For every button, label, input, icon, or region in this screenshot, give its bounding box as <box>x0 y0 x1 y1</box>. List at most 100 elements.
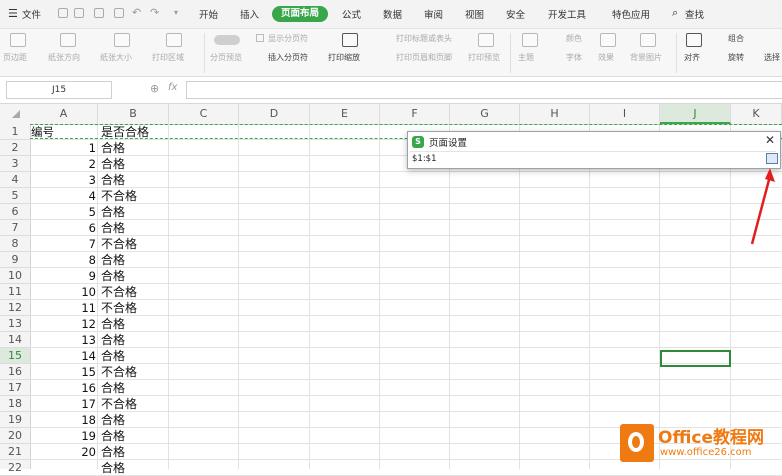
row-header-16[interactable]: 16 <box>0 364 30 380</box>
cell-status[interactable]: 不合格 <box>100 284 201 300</box>
cell-id[interactable]: 4 <box>30 188 98 204</box>
cell-status[interactable]: 合格 <box>100 156 201 172</box>
search-icon[interactable]: ⌕ <box>672 6 678 20</box>
column-header-k[interactable]: K <box>731 104 782 124</box>
fx-icon[interactable]: fx <box>168 82 177 93</box>
row-header-5[interactable]: 5 <box>0 188 30 204</box>
paper-size-button[interactable]: 纸张大小 <box>100 52 132 63</box>
print-titles-button[interactable]: 打印标题或表头 <box>396 33 452 44</box>
row-header-8[interactable]: 8 <box>0 236 30 252</box>
cell-status[interactable]: 合格 <box>100 460 201 476</box>
export-pdf-icon[interactable] <box>74 8 84 18</box>
row-header-19[interactable]: 19 <box>0 412 30 428</box>
cell-id[interactable] <box>30 460 98 476</box>
tab-page-layout[interactable]: 页面布局 <box>272 6 328 22</box>
cell-id[interactable]: 3 <box>30 172 98 188</box>
group-button[interactable]: 组合 <box>728 33 744 44</box>
print-scaling-button[interactable]: 打印缩放 <box>328 52 360 63</box>
column-header-g[interactable]: G <box>450 104 520 124</box>
cell-id[interactable]: 10 <box>30 284 98 300</box>
page-break-toggle[interactable] <box>214 35 240 45</box>
print-header-footer-button[interactable]: 打印页眉和页脚 <box>396 52 452 63</box>
cell-id[interactable]: 11 <box>30 300 98 316</box>
cell-id[interactable]: 18 <box>30 412 98 428</box>
row-header-22[interactable]: 22 <box>0 460 30 476</box>
cell-status[interactable]: 不合格 <box>100 364 201 380</box>
colors-button[interactable]: 颜色 <box>566 33 582 44</box>
name-box[interactable]: J15 <box>6 81 112 99</box>
column-header-a[interactable]: A <box>30 104 98 124</box>
row-header-15[interactable]: 15 <box>0 348 30 364</box>
column-header-i[interactable]: I <box>590 104 660 124</box>
cell-status[interactable]: 合格 <box>100 252 201 268</box>
cell-status[interactable]: 合格 <box>100 316 201 332</box>
row-header-1[interactable]: 1 <box>0 124 30 140</box>
row-header-2[interactable]: 2 <box>0 140 30 156</box>
print-area-button[interactable]: 打印区域 <box>152 52 184 63</box>
column-header-d[interactable]: D <box>239 104 310 124</box>
cell-status[interactable]: 不合格 <box>100 236 201 252</box>
show-page-breaks-checkbox[interactable] <box>256 34 264 42</box>
print-preview-icon[interactable] <box>114 8 124 18</box>
selected-cell[interactable] <box>660 350 731 367</box>
cell-status[interactable]: 合格 <box>100 220 201 236</box>
cell-status[interactable]: 合格 <box>100 268 201 284</box>
cell-id[interactable]: 6 <box>30 220 98 236</box>
tab-formulas[interactable]: 公式 <box>342 7 361 21</box>
row-header-20[interactable]: 20 <box>0 428 30 444</box>
cell-id[interactable]: 19 <box>30 428 98 444</box>
row-header-10[interactable]: 10 <box>0 268 30 284</box>
background-button[interactable]: 背景图片 <box>630 52 662 63</box>
undo-icon[interactable]: ↶ <box>132 6 141 19</box>
cell-status[interactable]: 不合格 <box>100 396 201 412</box>
row-header-14[interactable]: 14 <box>0 332 30 348</box>
margins-button[interactable]: 页边距 <box>3 52 27 63</box>
cell-status[interactable]: 合格 <box>100 412 201 428</box>
tab-insert[interactable]: 插入 <box>240 7 259 21</box>
cell-id[interactable]: 15 <box>30 364 98 380</box>
page-break-preview-button[interactable]: 分页预览 <box>210 52 242 63</box>
row-header-4[interactable]: 4 <box>0 172 30 188</box>
row-header-17[interactable]: 17 <box>0 380 30 396</box>
tab-special[interactable]: 特色应用 <box>612 7 650 21</box>
insert-page-break-button[interactable]: 插入分页符 <box>268 52 308 63</box>
cell-id[interactable]: 12 <box>30 316 98 332</box>
tab-review[interactable]: 审阅 <box>424 7 443 21</box>
cell-status[interactable]: 不合格 <box>100 188 201 204</box>
zoom-icon[interactable]: ⊕ <box>150 82 159 95</box>
formula-input[interactable] <box>186 81 782 99</box>
cell-id[interactable]: 7 <box>30 236 98 252</box>
row-header-6[interactable]: 6 <box>0 204 30 220</box>
select-all-corner-icon[interactable] <box>12 110 20 118</box>
file-menu[interactable]: 文件 <box>22 7 41 21</box>
tab-security[interactable]: 安全 <box>506 7 525 21</box>
tab-view[interactable]: 视图 <box>465 7 484 21</box>
customize-chevron-icon[interactable]: ▾ <box>174 8 178 17</box>
tab-developer[interactable]: 开发工具 <box>548 7 586 21</box>
column-header-h[interactable]: H <box>520 104 590 124</box>
orientation-button[interactable]: 纸张方向 <box>48 52 80 63</box>
cell-id[interactable]: 13 <box>30 332 98 348</box>
cell-status[interactable]: 合格 <box>100 204 201 220</box>
tab-home[interactable]: 开始 <box>199 7 218 21</box>
print-preview-button[interactable]: 打印预览 <box>468 52 500 63</box>
row-header-18[interactable]: 18 <box>0 396 30 412</box>
rotate-button[interactable]: 旋转 <box>728 52 744 63</box>
row-header-9[interactable]: 9 <box>0 252 30 268</box>
cell-id[interactable]: 16 <box>30 380 98 396</box>
cell-status[interactable]: 合格 <box>100 332 201 348</box>
cell-status[interactable]: 合格 <box>100 444 201 460</box>
row-header-12[interactable]: 12 <box>0 300 30 316</box>
cell-id[interactable]: 2 <box>30 156 98 172</box>
search-button[interactable]: 查找 <box>685 7 704 21</box>
close-icon[interactable]: ✕ <box>765 133 775 147</box>
cell-status[interactable]: 合格 <box>100 348 201 364</box>
column-header-f[interactable]: F <box>380 104 450 124</box>
cell-id[interactable]: 14 <box>30 348 98 364</box>
cell-status[interactable]: 合格 <box>100 428 201 444</box>
row-header-7[interactable]: 7 <box>0 220 30 236</box>
cell-id[interactable]: 20 <box>30 444 98 460</box>
fonts-button[interactable]: 字体 <box>566 52 582 63</box>
cell-id[interactable]: 17 <box>30 396 98 412</box>
redo-icon[interactable]: ↷ <box>150 6 159 19</box>
